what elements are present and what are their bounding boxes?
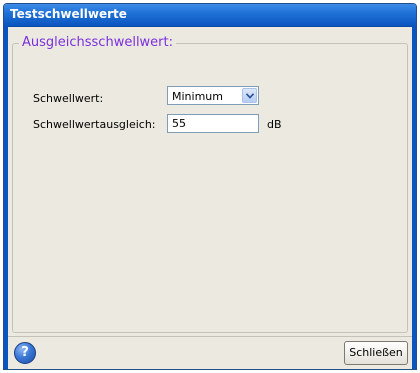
button-bar: ? Schließen (8, 336, 412, 369)
chevron-down-icon[interactable] (242, 88, 257, 103)
threshold-label: Schwellwert: (33, 92, 104, 105)
help-icon[interactable]: ? (14, 342, 36, 364)
title-bar[interactable]: Testschwellwerte (4, 4, 416, 27)
group-title: Ausgleichsschwellwert: (19, 35, 177, 50)
frame-right (412, 26, 416, 369)
close-button[interactable]: Schließen (344, 341, 408, 365)
window-title: Testschwellwerte (10, 7, 127, 21)
threshold-group: Ausgleichsschwellwert: Schwellwert: Mini… (12, 35, 408, 333)
threshold-select[interactable]: Minimum (167, 86, 259, 105)
dialog-content: Ausgleichsschwellwert: Schwellwert: Mini… (8, 27, 412, 369)
threshold-selected-value: Minimum (172, 90, 223, 103)
offset-unit: dB (267, 118, 282, 131)
offset-input[interactable]: 55 (167, 114, 259, 133)
offset-label: Schwellwertausgleich: (33, 118, 156, 131)
dialog-window: Testschwellwerte Ausgleichsschwellwert: … (3, 3, 417, 370)
